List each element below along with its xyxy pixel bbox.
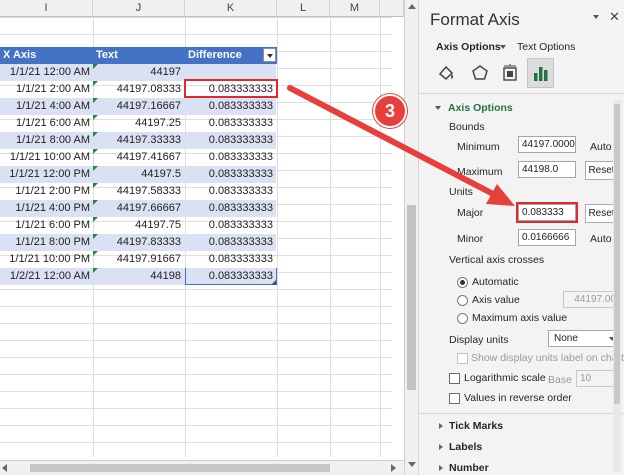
- step-badge: 3: [373, 94, 407, 128]
- step-number: 3: [384, 101, 395, 121]
- callout-arrow: [287, 85, 515, 206]
